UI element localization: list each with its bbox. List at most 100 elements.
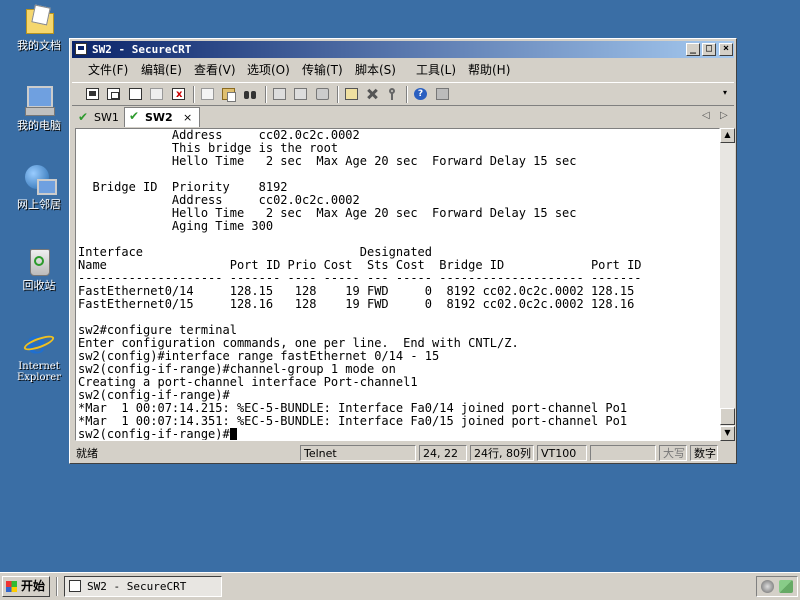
connect-button[interactable] <box>84 86 101 102</box>
scroll-thumb[interactable] <box>720 408 735 425</box>
desktop-icon-internet-explorer[interactable]: e Internet Explorer <box>8 326 70 383</box>
desktop-icon-my-documents[interactable]: 我的文档 <box>8 4 70 52</box>
status-cursor-position: 24, 22 <box>419 445 467 461</box>
quick-connect-button[interactable] <box>105 86 122 102</box>
toolbar-separator <box>337 86 339 103</box>
global-options-button[interactable] <box>364 86 381 102</box>
scroll-up-button[interactable]: ▲ <box>720 128 735 143</box>
scroll-down-button[interactable]: ▼ <box>720 426 735 441</box>
maximize-button[interactable]: □ <box>702 43 716 56</box>
tab-sw2[interactable]: ✔ SW2 × <box>124 107 200 127</box>
desktop-icon-label: Internet Explorer <box>16 361 62 383</box>
taskbar-securecrt-button[interactable]: SW2 - SecureCRT <box>64 576 222 597</box>
menu-tools[interactable]: 工具(L) <box>416 62 456 78</box>
folder-icon <box>23 4 55 36</box>
toolbar-overflow-icon[interactable]: ▾ <box>723 89 731 99</box>
tab-close-icon[interactable]: × <box>183 108 192 127</box>
terminal-line: *Mar 1 00:07:14.351: %EC-5-BUNDLE: Inter… <box>78 414 628 428</box>
menu-view[interactable]: 查看(V) <box>194 62 236 78</box>
status-ready: 就绪 <box>76 447 98 460</box>
securecrt-window: SW2 - SecureCRT _ □ × 文件(F) 编辑(E) 查看(V) … <box>69 38 737 464</box>
disconnect-button[interactable]: x <box>170 86 187 102</box>
close-button[interactable]: × <box>719 43 733 56</box>
desktop-icon-label: 我的文档 <box>17 39 61 52</box>
menu-transfer[interactable]: 传输(T) <box>302 62 343 78</box>
desktop-icon-recycle-bin[interactable]: 回收站 <box>8 244 70 292</box>
tab-scroll-left-icon[interactable]: ◁ <box>702 110 710 121</box>
scroll-down-icon: ▼ <box>724 428 731 437</box>
status-terminal-size: 24行, 80列 <box>470 445 534 461</box>
terminal-line: Interface Designated <box>78 245 433 259</box>
scroll-up-icon: ▲ <box>724 130 731 139</box>
session-options-icon <box>345 88 358 100</box>
windows-logo-icon <box>6 581 17 592</box>
title-bar[interactable]: SW2 - SecureCRT _ □ × <box>72 41 734 58</box>
app-icon[interactable] <box>75 43 87 55</box>
connected-check-icon: ✔ <box>129 109 140 123</box>
terminal-line: Aging Time 300 <box>171 219 274 233</box>
terminal-line: sw2(config-if-range)#channel-group 1 mod… <box>78 362 396 376</box>
terminal-line: sw2#configure terminal <box>78 323 237 337</box>
desktop-icon-label: 回收站 <box>22 279 56 292</box>
menu-script[interactable]: 脚本(S) <box>355 62 396 78</box>
network-icon <box>23 163 57 195</box>
about-button[interactable] <box>434 86 451 102</box>
vertical-scrollbar[interactable]: ▲ ▼ <box>720 128 735 441</box>
volume-icon[interactable] <box>761 580 774 593</box>
print-setup-button[interactable] <box>271 86 288 102</box>
terminal-line: Hello Time 2 sec Max Age 20 sec Forward … <box>171 206 577 220</box>
menu-edit[interactable]: 编辑(E) <box>141 62 182 78</box>
tools-icon <box>366 88 379 100</box>
status-emulation: VT100 <box>537 445 587 461</box>
terminal-line: FastEthernet0/15 128.16 128 19 FWD 0 819… <box>78 297 635 311</box>
recycle-bin-icon <box>23 244 55 276</box>
menu-options[interactable]: 选项(O) <box>247 62 290 78</box>
connect-tab-button[interactable] <box>127 86 144 102</box>
desktop-icon-label: 我的电脑 <box>17 119 61 132</box>
disconnect-icon: x <box>172 88 185 100</box>
system-tray <box>756 576 798 597</box>
minimize-button[interactable]: _ <box>686 43 700 56</box>
start-label: 开始 <box>21 579 46 593</box>
app-icon <box>69 580 81 592</box>
print-button[interactable] <box>314 86 331 102</box>
terminal-line: sw2(config-if-range)# <box>78 388 230 402</box>
terminal-line: Address cc02.0c2c.0002 <box>171 193 360 207</box>
tab-sw1[interactable]: ✔ SW1 <box>74 109 122 126</box>
status-caps-lock: 大写 <box>659 445 687 461</box>
copy-button[interactable] <box>199 86 216 102</box>
help-button[interactable]: ? <box>412 86 429 102</box>
reconnect-icon <box>150 88 163 100</box>
desktop-icon-network[interactable]: 网上邻居 <box>8 163 70 211</box>
print-selection-button[interactable] <box>292 86 309 102</box>
terminal-line: Bridge ID Priority 8192 <box>92 180 288 194</box>
about-icon <box>436 88 449 100</box>
toolbar-separator <box>193 86 195 103</box>
network-status-icon[interactable] <box>779 580 793 593</box>
binoculars-icon <box>244 88 257 100</box>
tab-label: SW1 <box>94 111 119 124</box>
terminal-area[interactable]: Address cc02.0c2c.0002 This bridge is th… <box>75 128 720 441</box>
desktop-icon-my-computer[interactable]: 我的电脑 <box>8 84 70 132</box>
key-icon <box>386 88 399 100</box>
menu-help[interactable]: 帮助(H) <box>468 62 510 78</box>
keymap-button[interactable] <box>384 86 401 102</box>
toolbar: x ? ▾ <box>72 82 734 106</box>
reconnect-button[interactable] <box>148 86 165 102</box>
status-blank <box>590 445 656 461</box>
session-options-button[interactable] <box>343 86 360 102</box>
terminal-output: Address cc02.0c2c.0002 This bridge is th… <box>78 129 642 440</box>
connect-tab-icon <box>129 88 142 100</box>
start-button[interactable]: 开始 <box>2 576 50 597</box>
find-button[interactable] <box>242 86 259 102</box>
paste-button[interactable] <box>220 86 237 102</box>
computer-icon <box>23 84 55 116</box>
menu-file[interactable]: 文件(F) <box>88 62 128 78</box>
tab-scroll-right-icon[interactable]: ▷ <box>720 110 728 121</box>
menu-bar: 文件(F) 编辑(E) 查看(V) 选项(O) 传输(T) 脚本(S) 工具(L… <box>72 60 734 80</box>
session-tab-bar: ✔ SW1 ✔ SW2 × ◁ ▷ <box>72 107 734 127</box>
terminal-line: Creating a port-channel interface Port-c… <box>78 375 418 389</box>
toolbar-separator <box>406 86 408 103</box>
quick-connect-icon <box>107 88 120 100</box>
terminal-line: *Mar 1 00:07:14.215: %EC-5-BUNDLE: Inter… <box>78 401 628 415</box>
